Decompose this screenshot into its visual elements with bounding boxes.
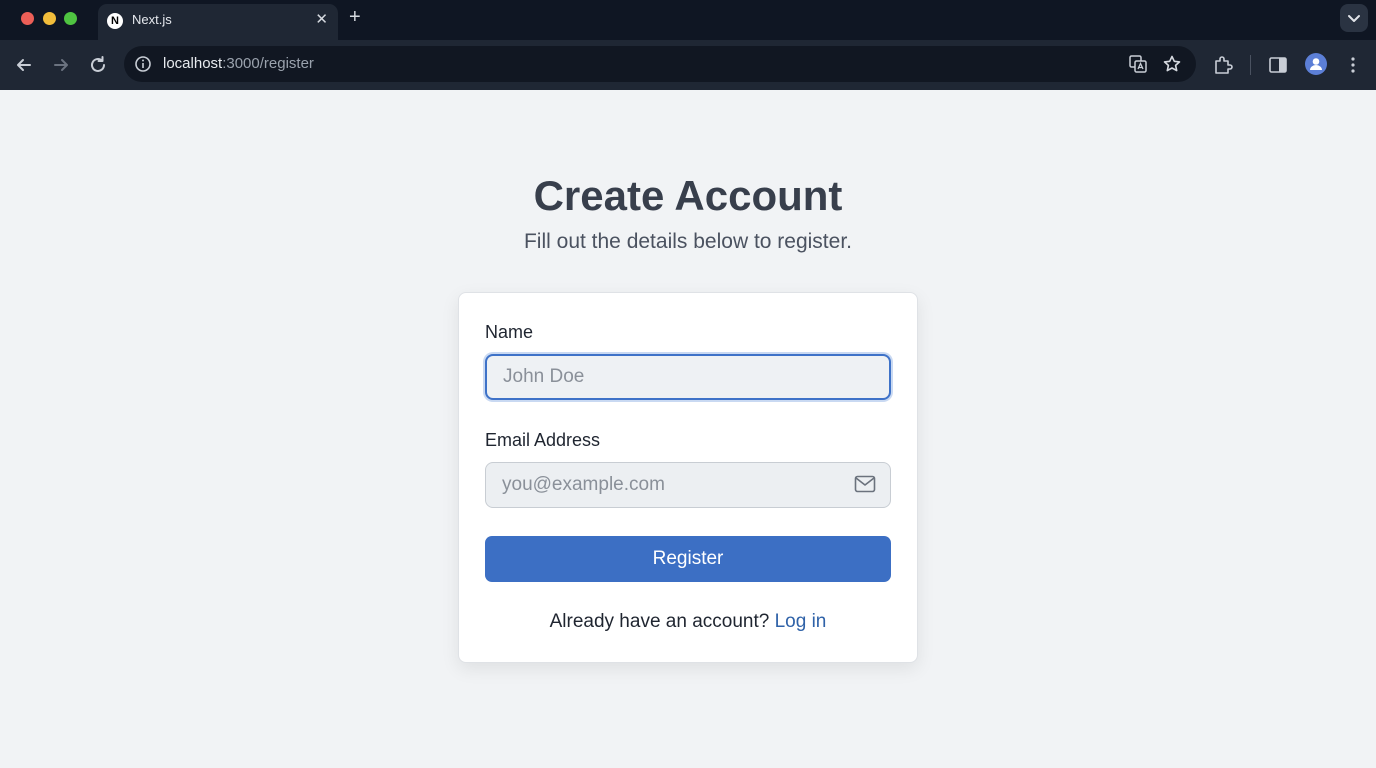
tab-title: Next.js: [132, 12, 172, 27]
nextjs-favicon-icon: N: [107, 13, 123, 29]
reload-icon[interactable]: [87, 54, 109, 76]
browser-tab-bar: N Next.js ✕ +: [0, 0, 1376, 40]
email-label: Email Address: [485, 430, 601, 450]
forward-arrow-icon[interactable]: [50, 54, 72, 76]
toolbar-divider: [1250, 55, 1251, 75]
page-title: Create Account: [533, 172, 843, 219]
window-minimize-button[interactable]: [43, 12, 56, 25]
sidebar-icon[interactable]: [1267, 54, 1289, 76]
url-path: :3000/register: [222, 55, 314, 72]
register-button[interactable]: Register: [485, 536, 891, 582]
address-bar[interactable]: localhost:3000/register: [124, 46, 1196, 82]
translate-icon[interactable]: [1128, 54, 1148, 74]
window-maximize-button[interactable]: [64, 12, 77, 25]
star-icon[interactable]: [1162, 54, 1182, 74]
back-arrow-icon[interactable]: [13, 54, 35, 76]
extensions-icon[interactable]: [1212, 54, 1234, 76]
url-text[interactable]: localhost:3000/register: [163, 55, 314, 72]
menu-dots-icon[interactable]: [1342, 54, 1364, 76]
login-link[interactable]: Log in: [775, 611, 827, 632]
new-tab-button[interactable]: +: [349, 6, 361, 29]
mail-icon: [854, 475, 876, 493]
email-input[interactable]: [485, 462, 891, 508]
register-form-card: Name Email Address Register Already have…: [458, 292, 918, 663]
name-label: Name: [485, 322, 534, 342]
browser-tab-active[interactable]: N Next.js ✕: [98, 4, 338, 40]
name-input[interactable]: [485, 354, 891, 400]
browser-toolbar: localhost:3000/register: [0, 40, 1376, 90]
profile-icon: [1310, 58, 1322, 70]
profile-avatar[interactable]: [1305, 53, 1327, 75]
info-icon[interactable]: [134, 55, 152, 73]
page-content: Create Account Fill out the details belo…: [0, 90, 1376, 768]
page-subtitle: Fill out the details below to register.: [523, 230, 852, 253]
login-prompt-row: Already have an account? Log in: [459, 611, 917, 633]
url-host: localhost: [163, 55, 223, 72]
tab-search-button[interactable]: [1340, 4, 1368, 32]
tab-close-icon[interactable]: ✕: [315, 10, 328, 28]
window-close-button[interactable]: [21, 12, 34, 25]
chevron-down-icon: [1348, 15, 1360, 22]
login-prompt-text: Already have an account?: [549, 611, 770, 632]
